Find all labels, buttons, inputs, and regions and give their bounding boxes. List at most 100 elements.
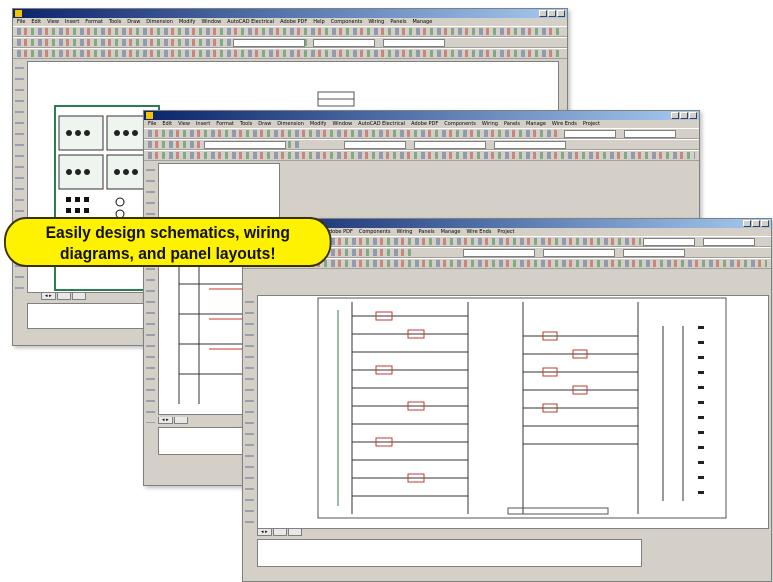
window-titlebar[interactable] xyxy=(13,9,567,18)
layer-combo[interactable] xyxy=(233,39,305,47)
menu-format[interactable]: Format xyxy=(216,121,234,127)
menu-file[interactable]: File xyxy=(148,121,156,127)
menu-edit[interactable]: Edit xyxy=(31,19,41,25)
minimize-icon[interactable] xyxy=(539,10,547,17)
linetype-combo[interactable] xyxy=(313,39,375,47)
menu-dimension[interactable]: Dimension xyxy=(146,19,173,25)
menu-adobepdf[interactable]: Adobe PDF xyxy=(411,121,438,127)
tab-layout2[interactable] xyxy=(71,293,87,300)
menu-components[interactable]: Components xyxy=(359,229,391,235)
menu-manage[interactable]: Manage xyxy=(441,229,461,235)
menu-view[interactable]: View xyxy=(178,121,190,127)
lineweight-combo[interactable] xyxy=(494,141,566,149)
menu-insert[interactable]: Insert xyxy=(65,19,79,25)
left-tool-palette[interactable] xyxy=(245,295,254,525)
menu-project[interactable]: Project xyxy=(583,121,600,127)
close-icon[interactable] xyxy=(557,10,565,17)
minimize-icon[interactable] xyxy=(743,220,751,227)
tab-layout1[interactable] xyxy=(272,529,287,536)
feature-callout-banner: Easily design schematics, wiring diagram… xyxy=(4,217,332,267)
layer-combo[interactable] xyxy=(463,249,535,257)
close-icon[interactable] xyxy=(761,220,769,227)
linetype-combo[interactable] xyxy=(543,249,615,257)
menu-panels[interactable]: Panels xyxy=(418,229,434,235)
color-combo[interactable] xyxy=(344,141,406,149)
menu-acade[interactable]: AutoCAD Electrical xyxy=(227,19,274,25)
close-icon[interactable] xyxy=(689,112,697,119)
toolbar-standard[interactable] xyxy=(13,26,567,37)
tab-model[interactable]: ◂ ▸ xyxy=(41,293,56,300)
maximize-icon[interactable] xyxy=(752,220,760,227)
menu-manage[interactable]: Manage xyxy=(526,121,546,127)
menu-draw[interactable]: Draw xyxy=(258,121,271,127)
maximize-icon[interactable] xyxy=(548,10,556,17)
window-titlebar[interactable] xyxy=(144,111,699,120)
linetype-combo[interactable] xyxy=(414,141,486,149)
lineweight-combo[interactable] xyxy=(383,39,445,47)
app-window-front: WindowAutoCAD ElectricalAdobe PDFCompone… xyxy=(242,218,772,582)
layer-combo[interactable] xyxy=(204,141,286,149)
layout-tabs[interactable]: ◂ ▸ xyxy=(158,417,189,424)
menu-wire-ends[interactable]: Wire Ends xyxy=(552,121,577,127)
command-line[interactable] xyxy=(27,303,152,329)
menu-help[interactable]: Help xyxy=(313,19,324,25)
menu-tools[interactable]: Tools xyxy=(240,121,252,127)
menu-bar[interactable]: File Edit View Insert Format Tools Draw Dimensi… xyxy=(144,120,699,128)
tab-layout[interactable] xyxy=(173,417,188,424)
style-combo[interactable] xyxy=(643,238,695,246)
menu-edit[interactable]: Edit xyxy=(162,121,172,127)
menu-acade[interactable]: AutoCAD Electrical xyxy=(358,121,405,127)
menu-modify[interactable]: Modify xyxy=(310,121,327,127)
menu-view[interactable]: View xyxy=(47,19,59,25)
menu-format[interactable]: Format xyxy=(85,19,103,25)
menu-components[interactable]: Components xyxy=(331,19,363,25)
menu-dimension[interactable]: Dimension xyxy=(277,121,304,127)
status-bar xyxy=(17,335,137,343)
tab-nav[interactable]: ◂ ▸ xyxy=(158,417,173,424)
menu-window[interactable]: Window xyxy=(332,121,352,127)
tab-layout2[interactable] xyxy=(287,529,303,536)
menu-tools[interactable]: Tools xyxy=(109,19,121,25)
command-line[interactable] xyxy=(257,539,642,567)
app-icon xyxy=(146,112,153,119)
menu-modify[interactable]: Modify xyxy=(179,19,196,25)
menu-wiring[interactable]: Wiring xyxy=(482,121,498,127)
callout-line-2: diagrams, and panel layouts! xyxy=(59,244,276,263)
toolbar-layers[interactable] xyxy=(144,139,699,150)
menu-wire-ends[interactable]: Wire Ends xyxy=(466,229,491,235)
menu-panels[interactable]: Panels xyxy=(390,19,406,25)
layout-tabs[interactable]: ◂ ▸ xyxy=(257,529,303,536)
menu-adobepdf[interactable]: Adobe PDF xyxy=(280,19,307,25)
menu-window[interactable]: Window xyxy=(201,19,221,25)
layout-tabs[interactable]: ◂ ▸ xyxy=(41,293,87,300)
toolbar-icons[interactable] xyxy=(148,130,559,137)
menu-panels[interactable]: Panels xyxy=(504,121,520,127)
toolbar-layers[interactable] xyxy=(13,37,567,48)
menu-manage[interactable]: Manage xyxy=(412,19,432,25)
menu-components[interactable]: Components xyxy=(444,121,476,127)
menu-file[interactable]: File xyxy=(17,19,25,25)
toolbar-icons[interactable] xyxy=(17,28,563,35)
menu-bar[interactable]: File Edit View Insert Format Tools Draw Dimensi… xyxy=(13,18,567,26)
toolbar-standard[interactable] xyxy=(144,128,699,139)
maximize-icon[interactable] xyxy=(680,112,688,119)
tab-nav[interactable]: ◂ ▸ xyxy=(257,529,272,536)
lineweight-combo[interactable] xyxy=(623,249,685,257)
left-tool-palette[interactable] xyxy=(146,163,155,423)
menu-project[interactable]: Project xyxy=(497,229,514,235)
drawing-canvas-front[interactable] xyxy=(257,295,769,529)
toolbar-draw[interactable] xyxy=(144,150,699,161)
callout-line-1: Easily design schematics, wiring xyxy=(45,223,290,242)
toolbar-draw[interactable] xyxy=(13,48,567,59)
minimize-icon[interactable] xyxy=(671,112,679,119)
dimstyle-combo[interactable] xyxy=(703,238,755,246)
menu-wiring[interactable]: Wiring xyxy=(396,229,412,235)
menu-draw[interactable]: Draw xyxy=(127,19,140,25)
toolbar-icons[interactable] xyxy=(148,152,695,159)
tab-layout1[interactable] xyxy=(56,293,71,300)
style-combo[interactable] xyxy=(564,130,616,138)
menu-insert[interactable]: Insert xyxy=(196,121,210,127)
dimstyle-combo[interactable] xyxy=(624,130,676,138)
menu-wiring[interactable]: Wiring xyxy=(368,19,384,25)
toolbar-icons[interactable] xyxy=(17,50,563,57)
